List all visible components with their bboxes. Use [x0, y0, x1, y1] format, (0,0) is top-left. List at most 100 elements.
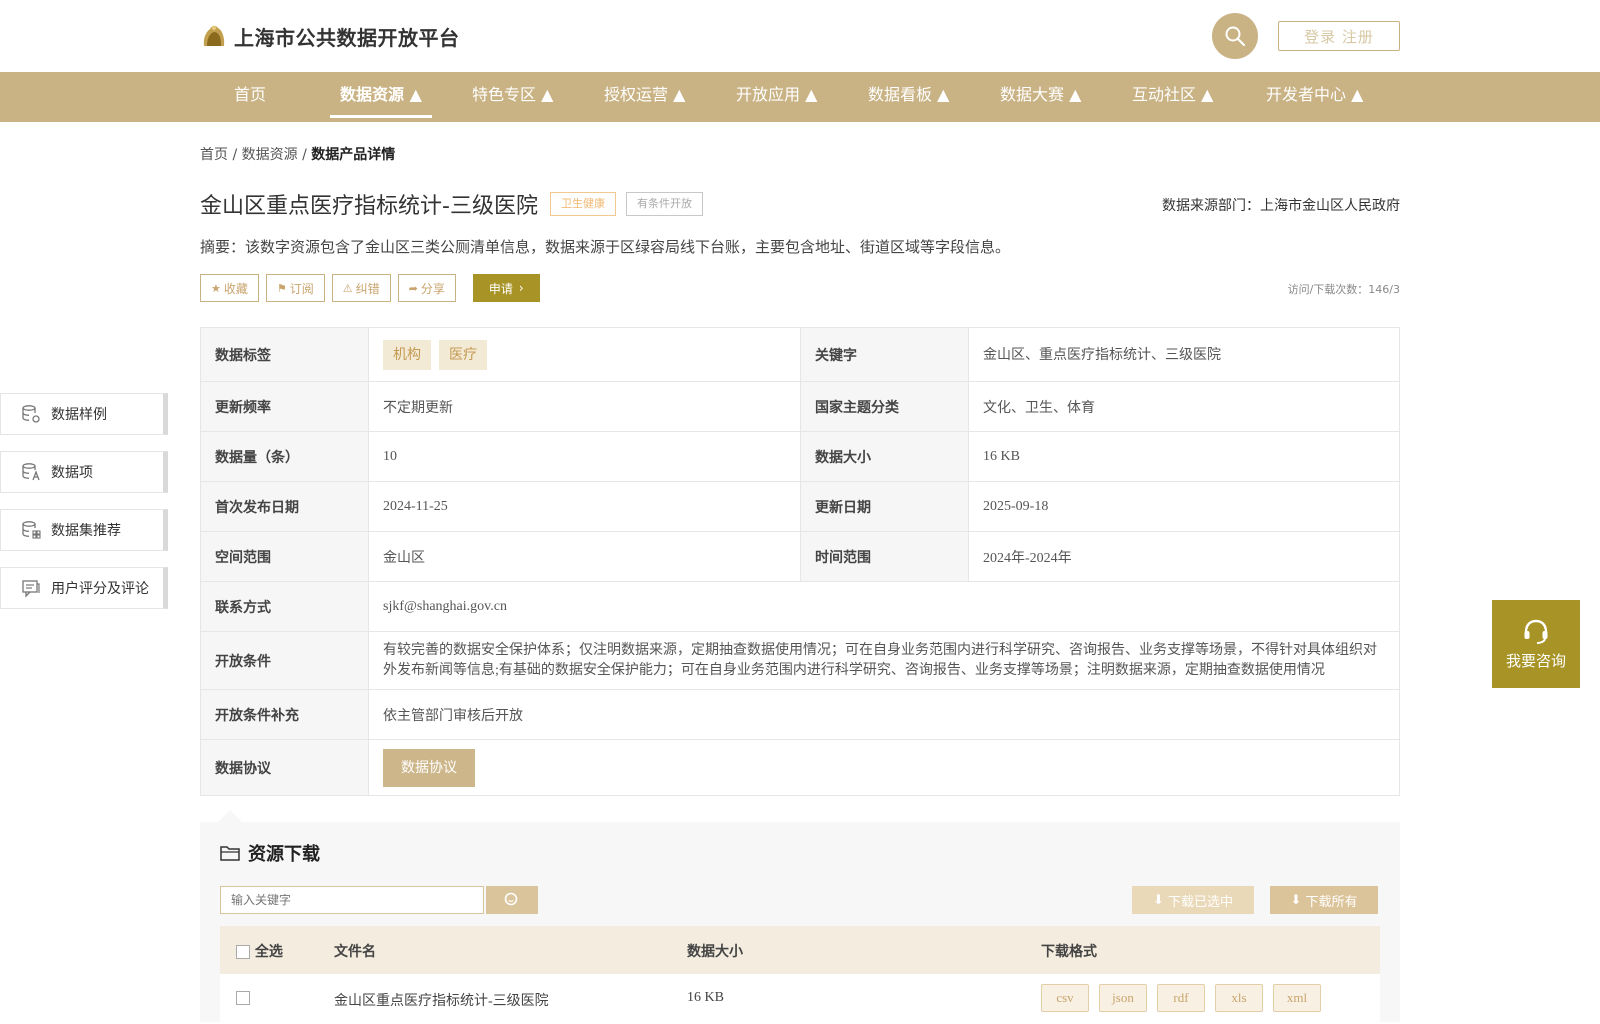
apply-label: 申请	[488, 281, 513, 296]
nav-item-competition[interactable]: 数据大赛 ▲	[1000, 72, 1081, 122]
database-search-icon	[22, 463, 40, 481]
side-item-label: 用户评分及评论	[51, 581, 149, 597]
report-label: 纠错	[355, 281, 380, 296]
select-all-control[interactable]: 全选	[236, 941, 283, 961]
format-rdf-button[interactable]: rdf	[1157, 984, 1205, 1012]
favorite-label: 收藏	[223, 281, 248, 296]
data-size-value: 16 KB	[968, 431, 1400, 482]
data-tag[interactable]: 医疗	[439, 339, 487, 370]
update-date-value: 2025-09-18	[968, 481, 1400, 532]
side-item-label: 数据项	[51, 465, 93, 481]
category-tag: 卫生健康	[549, 192, 616, 216]
contact-value: sjkf@shanghai.gov.cn	[368, 581, 1400, 632]
share-label: 分享	[420, 281, 445, 296]
nav-item-developer[interactable]: 开发者中心 ▲	[1266, 72, 1363, 122]
time-range-label: 时间范围	[800, 531, 969, 582]
report-error-button[interactable]: ⚠ 纠错	[331, 274, 391, 302]
breadcrumb-data-resources[interactable]: 数据资源	[242, 147, 298, 163]
table-row: 更新频率 不定期更新 国家主题分类 文化、卫生、体育	[200, 381, 1400, 432]
protocol-cell: 数据协议	[368, 739, 1400, 796]
nav-item-community[interactable]: 互动社区 ▲	[1132, 72, 1213, 122]
format-csv-button[interactable]: csv	[1041, 984, 1089, 1012]
table-row: 联系方式 sjkf@shanghai.gov.cn	[200, 581, 1400, 632]
format-header: 下载格式	[1041, 944, 1097, 960]
table-row: 开放条件补充 依主管部门审核后开放	[200, 689, 1400, 740]
row-checkbox[interactable]	[236, 990, 250, 1006]
file-size: 16 KB	[687, 990, 724, 1005]
nav-item-home[interactable]: 首页	[234, 72, 266, 122]
download-icon: ⬇	[1153, 892, 1164, 908]
product-info-table: 数据标签 机构 医疗 关键字 金山区、重点医疗指标统计、三级医院 更新频率 不定期…	[200, 327, 1400, 796]
login-register-button[interactable]: 登录 注册	[1278, 21, 1400, 51]
chevron-right-icon: ›	[518, 281, 524, 295]
data-size-label: 数据大小	[800, 431, 969, 482]
format-xls-button[interactable]: xls	[1215, 984, 1263, 1012]
main-nav: 首页 数据资源 ▲ 特色专区 ▲ 授权运营 ▲ 开放应用 ▲ 数据看板 ▲ 数据…	[0, 72, 1600, 122]
headset-icon	[1524, 619, 1548, 644]
download-all-label: 下载所有	[1305, 894, 1358, 910]
download-icon: ⬇	[1290, 892, 1302, 908]
format-xml-button[interactable]: xml	[1273, 984, 1321, 1012]
record-count-label: 数据量（条）	[200, 431, 369, 482]
contact-label: 联系方式	[200, 581, 369, 632]
data-protocol-button[interactable]: 数据协议	[383, 748, 475, 787]
format-json-button[interactable]: json	[1099, 984, 1147, 1012]
breadcrumb: 首页 / 数据资源 / 数据产品详情	[200, 144, 395, 164]
file-search-input[interactable]	[220, 886, 484, 914]
side-item-ratings-comments[interactable]: 用户评分及评论	[0, 567, 168, 609]
comment-icon	[22, 580, 40, 598]
select-all-label: 全选	[254, 944, 283, 960]
condition-supplement-label: 开放条件补充	[200, 689, 369, 740]
data-tag[interactable]: 机构	[383, 339, 431, 370]
share-button[interactable]: ➦ 分享	[397, 274, 456, 302]
breadcrumb-separator: /	[228, 147, 242, 163]
nav-item-authorized-ops[interactable]: 授权运营 ▲	[604, 72, 685, 122]
nav-item-dashboard[interactable]: 数据看板 ▲	[868, 72, 949, 122]
size-header: 数据大小	[687, 944, 743, 960]
side-item-dataset-recommend[interactable]: 数据集推荐	[0, 509, 168, 551]
nav-item-special-zones[interactable]: 特色专区 ▲	[472, 72, 553, 122]
side-item-data-sample[interactable]: 数据样例	[0, 393, 168, 435]
select-all-checkbox[interactable]	[236, 945, 250, 959]
breadcrumb-home[interactable]: 首页	[200, 147, 228, 163]
file-search-button[interactable]	[486, 886, 538, 914]
favorite-button[interactable]: ★ 收藏	[200, 274, 259, 302]
update-date-label: 更新日期	[800, 481, 969, 532]
side-item-label: 数据集推荐	[51, 523, 121, 539]
condition-supplement-value: 依主管部门审核后开放	[368, 689, 1400, 740]
apply-button[interactable]: 申请 ›	[472, 274, 540, 302]
download-selected-button[interactable]: ⬇ 下载已选中	[1132, 886, 1254, 914]
site-logo[interactable]: 上海市公共数据开放平台	[200, 20, 460, 52]
file-table-header: 全选 文件名 数据大小 下载格式	[220, 926, 1380, 974]
first-publish-value: 2024-11-25	[368, 481, 801, 532]
warning-icon: ⚠	[342, 281, 353, 295]
subscribe-button[interactable]: ⚑ 订阅	[265, 274, 325, 302]
table-row: 数据量（条） 10 数据大小 16 KB	[200, 431, 1400, 482]
side-item-label: 数据样例	[51, 407, 107, 423]
table-row: 金山区重点医疗指标统计-三级医院 16 KB csv json rdf xls …	[220, 974, 1380, 1024]
spatial-range-label: 空间范围	[200, 531, 369, 582]
tags-cell: 机构 医疗	[368, 327, 801, 382]
download-all-button[interactable]: ⬇ 下载所有	[1270, 886, 1378, 914]
nav-item-data-resources[interactable]: 数据资源 ▲	[330, 72, 432, 122]
section-pointer	[218, 810, 242, 822]
download-title: 资源下载	[248, 844, 320, 865]
open-type-tag: 有条件开放	[625, 192, 703, 216]
open-condition-value: 有较完善的数据安全保护体系；仅注明数据来源，定期抽查数据使用情况；可在自身业务范…	[368, 631, 1400, 690]
side-item-data-items[interactable]: 数据项	[0, 451, 168, 493]
abstract-text: 摘要：该数字资源包含了金山区三类公厕清单信息，数据来源于区绿容局线下台账，主要包…	[200, 238, 1011, 256]
nav-item-open-apps[interactable]: 开放应用 ▲	[736, 72, 817, 122]
database-settings-icon	[22, 405, 40, 423]
table-row: 开放条件 有较完善的数据安全保护体系；仅注明数据来源，定期抽查数据使用情况；可在…	[200, 631, 1400, 690]
download-selected-label: 下载已选中	[1167, 894, 1233, 910]
table-row: 数据标签 机构 医疗 关键字 金山区、重点医疗指标统计、三级医院	[200, 327, 1400, 382]
action-bar: ★ 收藏 ⚑ 订阅 ⚠ 纠错 ➦ 分享 申请 ›	[200, 274, 540, 302]
subscribe-label: 订阅	[289, 281, 314, 296]
share-icon: ➦	[408, 281, 418, 295]
header-search-button[interactable]	[1212, 13, 1258, 59]
keywords-label: 关键字	[800, 327, 969, 382]
breadcrumb-separator: /	[297, 147, 312, 163]
consult-button[interactable]: 我要咨询	[1492, 600, 1580, 688]
file-name: 金山区重点医疗指标统计-三级医院	[334, 994, 549, 1009]
site-header: 上海市公共数据开放平台 登录 注册	[0, 0, 1600, 72]
